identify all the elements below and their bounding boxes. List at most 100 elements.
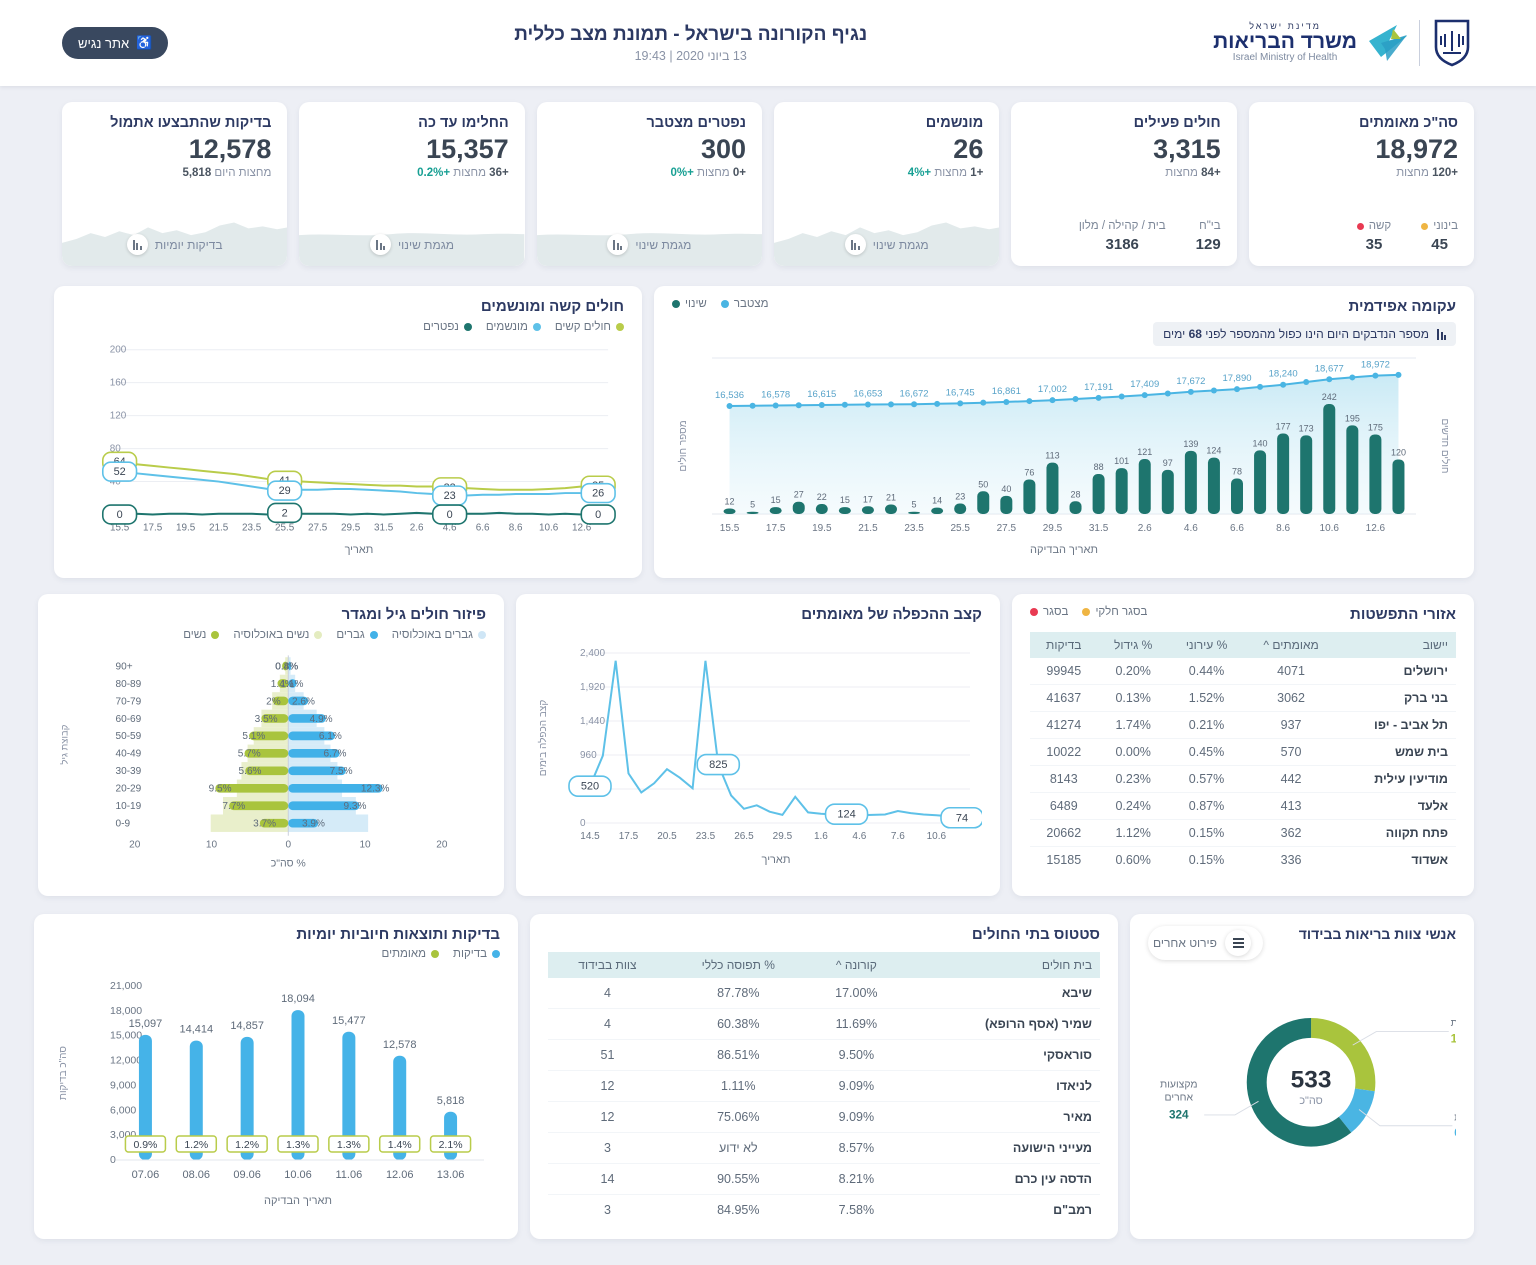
table-cell: 12 (548, 1102, 667, 1133)
accessibility-button[interactable]: ♿ אתר נגיש (62, 27, 168, 59)
svg-text:1.2%: 1.2% (235, 1139, 259, 1151)
column-header[interactable]: % תפוסה כללי (667, 952, 810, 978)
trend-link[interactable]: בדיקות יומיות (62, 234, 287, 255)
data-callout[interactable]: 52 (103, 462, 137, 481)
table-row[interactable]: מעייני הישועה8.57%לא ידוע3 (548, 1133, 1100, 1164)
table-row[interactable]: בני ברק30621.52%0.13%41637 (1030, 685, 1456, 712)
legend-item[interactable]: נפטרים (423, 321, 472, 333)
column-header[interactable]: בדיקות (1030, 632, 1098, 658)
data-callout[interactable]: 0 (433, 505, 467, 524)
table-cell: 99945 (1030, 658, 1098, 685)
data-callout[interactable]: 29 (268, 481, 302, 500)
svg-text:16,745: 16,745 (946, 387, 975, 398)
svg-text:10.6: 10.6 (1320, 523, 1340, 534)
epidemic-card: עקומה אפידמית מצטברשינוי מספר הנדבקים הי… (654, 286, 1474, 578)
epidemic-legend-holder: מצטבר שינוי (672, 298, 769, 310)
svg-text:1.6: 1.6 (814, 831, 828, 842)
column-header[interactable]: קורונה ^ (810, 952, 903, 978)
staff-donut-chart[interactable]: אחים/ות145רופאים/ות64מקצועותאחרים324533ס… (1148, 960, 1456, 1210)
table-row[interactable]: אשדוד3360.15%0.60%15185 (1030, 847, 1456, 874)
svg-text:29.5: 29.5 (1043, 523, 1063, 534)
svg-text:17.5: 17.5 (143, 522, 163, 533)
table-row[interactable]: הדסה עין כרם8.21%90.55%14 (548, 1164, 1100, 1195)
svg-text:19.5: 19.5 (176, 522, 196, 533)
table-row[interactable]: מאיר9.09%75.06%12 (548, 1102, 1100, 1133)
svg-text:1.4%: 1.4% (388, 1139, 412, 1151)
table-row[interactable]: סוראסקי9.50%86.51%51 (548, 1040, 1100, 1071)
column-header[interactable]: בית חולים (903, 952, 1100, 978)
legend-label: שינוי (685, 298, 707, 310)
table-row[interactable]: תל אביב - יפו9370.21%1.74%41274 (1030, 712, 1456, 739)
table-cell: 41274 (1030, 712, 1098, 739)
svg-text:8.6: 8.6 (1276, 523, 1290, 534)
svg-text:120: 120 (1391, 447, 1406, 457)
legend-dot (464, 323, 472, 331)
table-cell: 937 (1244, 712, 1338, 739)
svg-text:64: 64 (1454, 1127, 1456, 1140)
severe-chart[interactable]: 2001601208040015.517.519.521.523.525.527… (72, 333, 624, 561)
table-row[interactable]: שיבא17.00%87.78%4 (548, 978, 1100, 1009)
data-callout[interactable]: 2 (268, 503, 302, 522)
svg-text:6.1%: 6.1% (319, 731, 342, 742)
legend-item[interactable]: נשים (183, 629, 219, 641)
doubling-chart[interactable]: 2,4001,9201,440960480014.517.520.523.526… (534, 631, 982, 879)
legend-item[interactable]: מאומתים (382, 948, 440, 960)
legend-item[interactable]: חולים קשים (555, 321, 624, 333)
table-row[interactable]: מודיעין עילית4420.57%0.23%8143 (1030, 766, 1456, 793)
data-callout[interactable]: 0 (581, 505, 615, 524)
column-header[interactable]: צוות בבידוד (548, 952, 667, 978)
kpi-diff-part: +1 (970, 167, 983, 179)
svg-text:242: 242 (1322, 392, 1337, 402)
table-row[interactable]: ירושלים40710.44%0.20%99945 (1030, 658, 1456, 685)
column-header[interactable]: יישוב (1338, 632, 1456, 658)
svg-text:0: 0 (285, 839, 291, 850)
legend-item[interactable]: גברים (336, 629, 377, 641)
kpi-diff-part: +0% (670, 167, 693, 179)
svg-text:80-89: 80-89 (116, 679, 142, 690)
trend-link[interactable]: מגמת שינוי (537, 234, 762, 255)
trend-link[interactable]: מגמת שינוי (299, 234, 524, 255)
table-cell: 9.09% (810, 1071, 903, 1102)
svg-text:25.5: 25.5 (950, 523, 970, 534)
svg-text:07.06: 07.06 (132, 1169, 160, 1181)
data-callout[interactable]: 23 (433, 486, 467, 505)
trend-link[interactable]: מגמת שינוי (774, 234, 999, 255)
legend-item[interactable]: מונשמים (486, 321, 541, 333)
svg-text:17,191: 17,191 (1084, 382, 1113, 393)
table-row[interactable]: שמיר (אסף הרופא)11.69%60.38%4 (548, 1009, 1100, 1040)
svg-text:70-79: 70-79 (116, 696, 142, 707)
data-callout[interactable]: 520 (569, 776, 611, 796)
data-callout[interactable]: 26 (581, 484, 615, 503)
column-header[interactable]: % גידול (1098, 632, 1169, 658)
svg-text:1.3%: 1.3% (286, 1139, 310, 1151)
data-callout[interactable]: 825 (697, 755, 739, 775)
epidemic-chart[interactable]: 1251527221517215142350407611328881011219… (672, 346, 1456, 561)
legend-item[interactable]: בסגר חלקי (1082, 606, 1147, 618)
svg-text:173: 173 (1299, 423, 1314, 433)
legend-item[interactable]: גברים באוכלוסיה (392, 629, 486, 641)
table-row[interactable]: אלעד4130.87%0.24%6489 (1030, 793, 1456, 820)
others-detail-button[interactable]: פירוט אחרים (1148, 926, 1263, 960)
bar (977, 491, 989, 514)
data-callout[interactable]: 74 (941, 808, 982, 828)
legend-item[interactable]: בדיקות (453, 948, 500, 960)
svg-text:15,097: 15,097 (129, 1018, 163, 1030)
column-header[interactable]: % עירוני (1169, 632, 1244, 658)
data-callout[interactable]: 124 (826, 804, 868, 824)
tests-chart[interactable]: 21,00018,00015,00012,0009,0006,0003,0000… (52, 960, 500, 1222)
legend-item[interactable]: נשים באוכלוסיה (233, 629, 322, 641)
moh-star-icon (1367, 23, 1409, 63)
data-callout[interactable]: 0 (103, 505, 137, 524)
table-row[interactable]: בית שמש5700.45%0.00%10022 (1030, 739, 1456, 766)
svg-text:17,002: 17,002 (1038, 384, 1067, 395)
legend-item[interactable]: בסגר (1030, 606, 1068, 618)
column-header[interactable]: מאומתים ^ (1244, 632, 1338, 658)
svg-text:18,000: 18,000 (110, 1005, 142, 1017)
table-row[interactable]: פתח תקווה3620.15%1.12%20662 (1030, 820, 1456, 847)
pyramid-chart[interactable]: 0.8%0.4%+901.4%1.1%80-892%2.6%70-793.5%4… (56, 641, 486, 877)
legend-item[interactable]: שינוי (672, 298, 707, 310)
table-row[interactable]: רמב"ם7.58%84.95%3 (548, 1195, 1100, 1226)
table-row[interactable]: לניאדו9.09%1.11%12 (548, 1071, 1100, 1102)
legend-item[interactable]: מצטבר (721, 298, 769, 310)
svg-text:50-59: 50-59 (116, 731, 142, 742)
